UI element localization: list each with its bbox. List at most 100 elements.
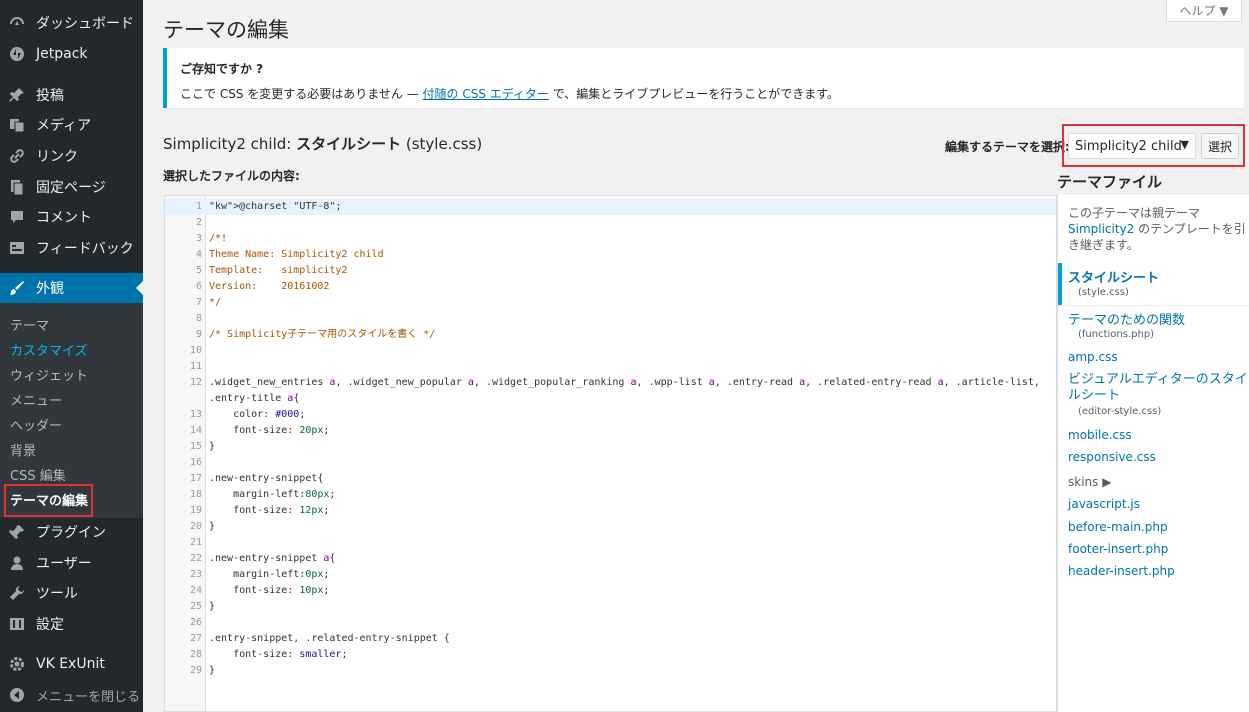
highlight-box-theme-select — [1062, 124, 1245, 167]
media-icon — [7, 115, 27, 135]
file-link-before-main[interactable]: before-main.php — [1068, 520, 1168, 534]
notice-text: ここで CSS を変更する必要はありません — 付随の CSS エディター で、… — [180, 85, 839, 102]
child-theme-description: この子テーマは親テーマ Simplicity2 のテンプレートを引き継ぎます。 — [1068, 205, 1246, 253]
menu-media[interactable]: メディア — [0, 110, 143, 140]
code-text: font-size: 10px; — [209, 585, 330, 596]
file-link-javascript[interactable]: javascript.js — [1068, 497, 1140, 511]
files-separator — [1058, 305, 1249, 306]
file-sub-editor-style: (editor-style.css) — [1078, 406, 1162, 417]
code-line: 10 — [165, 343, 1056, 359]
file-link-editor-style[interactable]: ビジュアルエディターのスタイルシート — [1068, 372, 1248, 404]
code-text: font-size: smaller; — [209, 649, 348, 660]
code-line: 23 margin-left:0px; — [165, 567, 1056, 583]
file-link-responsive[interactable]: responsive.css — [1068, 450, 1156, 464]
file-link-header-insert[interactable]: header-insert.php — [1068, 564, 1175, 578]
page-icon — [7, 177, 27, 197]
menu-tools[interactable]: ツール — [0, 578, 143, 608]
notice-text-after: で、編集とライブプレビューを行うことができます。 — [548, 87, 840, 101]
code-text: /*! — [209, 233, 228, 244]
code-text: .new-entry-snippet{ — [209, 473, 324, 484]
menu-posts[interactable]: 投稿 — [0, 80, 143, 110]
code-line: 22 .new-entry-snippet a{ — [165, 551, 1056, 567]
menu-collapse[interactable]: メニューを閉じる — [0, 680, 143, 710]
line-number: 10 — [189, 345, 202, 356]
menu-users[interactable]: ユーザー — [0, 548, 143, 578]
menu-plugins[interactable]: プラグイン — [0, 517, 143, 547]
line-number: 8 — [195, 313, 202, 324]
files-desc-before: この子テーマは親テーマ — [1068, 206, 1201, 220]
code-line: 21 — [165, 535, 1056, 551]
submenu-header[interactable]: ヘッダー — [10, 415, 62, 434]
theme-files-panel: この子テーマは親テーマ Simplicity2 のテンプレートを引き継ぎます。 … — [1057, 195, 1249, 712]
code-editor[interactable]: 1 "kw">@charset "UTF-8"; 2 3 /*! 4 Theme Name:… — [164, 195, 1057, 712]
line-number: 17 — [189, 473, 202, 484]
jetpack-icon — [7, 44, 27, 64]
submenu-background[interactable]: 背景 — [10, 440, 36, 459]
line-number: 21 — [189, 537, 202, 548]
code-line: 13 color: #000; — [165, 407, 1056, 423]
file-heading: Simplicity2 child: スタイルシート (style.css) — [163, 133, 482, 154]
help-tab-button[interactable]: ヘルプ ▼ — [1166, 0, 1242, 22]
user-icon — [7, 553, 27, 573]
line-number: 24 — [189, 585, 202, 596]
code-text: font-size: 12px; — [209, 505, 330, 516]
file-link-functions[interactable]: テーマのための関数 — [1068, 309, 1185, 328]
parent-theme-link[interactable]: Simplicity2 — [1068, 222, 1134, 236]
line-number: 22 — [189, 553, 202, 564]
code-text: Theme Name: Simplicity2 child — [209, 249, 384, 260]
code-text: "kw">@charset "UTF-8"; — [209, 201, 342, 212]
file-heading-theme: Simplicity2 child: — [163, 135, 297, 153]
code-line: 12 .widget_new_entries a, .widget_new_pop… — [165, 375, 1056, 391]
line-number: 12 — [189, 377, 202, 388]
code-line: 16 — [165, 455, 1056, 471]
code-line: 1 "kw">@charset "UTF-8"; — [165, 199, 1056, 215]
collapse-icon — [7, 685, 27, 705]
css-editor-link[interactable]: 付随の CSS エディター — [423, 87, 549, 101]
code-line: 17 .new-entry-snippet{ — [165, 471, 1056, 487]
notice-text-before: ここで CSS を変更する必要はありません — — [180, 87, 423, 101]
plugin-icon — [7, 522, 27, 542]
code-text: } — [209, 521, 216, 532]
menu-pages[interactable]: 固定ページ — [0, 172, 143, 202]
file-link-mobile[interactable]: mobile.css — [1068, 428, 1132, 442]
code-line-wrap: .entry-title a{ — [165, 391, 1056, 407]
menu-vk-exunit[interactable]: VK ExUnit — [0, 649, 143, 679]
submenu-themes[interactable]: テーマ — [10, 315, 49, 334]
line-number: 29 — [189, 665, 202, 676]
code-line: 11 — [165, 359, 1056, 375]
menu-comments[interactable]: コメント — [0, 202, 143, 232]
code-line: 20} — [165, 519, 1056, 535]
menu-links[interactable]: リンク — [0, 141, 143, 171]
submenu-widgets[interactable]: ウィジェット — [10, 365, 88, 384]
code-line: 2 — [165, 215, 1056, 231]
code-line: 6 Version: 20161002 — [165, 279, 1056, 295]
line-number: 7 — [195, 297, 202, 308]
file-sub-functions: (functions.php) — [1078, 329, 1155, 340]
line-number: 3 — [195, 233, 202, 244]
line-number: 11 — [189, 361, 202, 372]
line-number: 4 — [195, 249, 202, 260]
folder-skins[interactable]: skins ▶ — [1068, 475, 1111, 489]
code-text: Template: simplicity2 — [209, 265, 348, 276]
submenu-css-edit[interactable]: CSS 編集 — [10, 465, 66, 484]
code-line: 3 /*! — [165, 231, 1056, 247]
file-link-stylesheet[interactable]: スタイルシート — [1068, 267, 1159, 286]
menu-appearance[interactable]: 外観 — [0, 273, 143, 303]
code-line: 19 font-size: 12px; — [165, 503, 1056, 519]
code-text: /* Simplicity子テーマ用のスタイルを書く */ — [209, 329, 436, 340]
code-line: 15} — [165, 439, 1056, 455]
line-number: 1 — [195, 201, 202, 212]
menu-feedback[interactable]: フィードバック — [0, 233, 143, 263]
menu-dashboard[interactable]: ダッシュボード — [0, 8, 143, 38]
current-menu-arrow — [136, 281, 143, 295]
code-line: 29} — [165, 663, 1056, 679]
notice-title: ご存知ですか ? — [180, 62, 264, 76]
submenu-menus[interactable]: メニュー — [10, 390, 62, 409]
menu-settings[interactable]: 設定 — [0, 609, 143, 639]
menu-jetpack[interactable]: Jetpack — [0, 39, 143, 69]
code-text: .entry-snippet, .related-entry-snippet { — [209, 633, 450, 644]
file-link-footer-insert[interactable]: footer-insert.php — [1068, 542, 1168, 556]
file-link-amp[interactable]: amp.css — [1068, 350, 1118, 364]
line-number: 14 — [189, 425, 202, 436]
submenu-customize[interactable]: カスタマイズ — [10, 340, 88, 359]
